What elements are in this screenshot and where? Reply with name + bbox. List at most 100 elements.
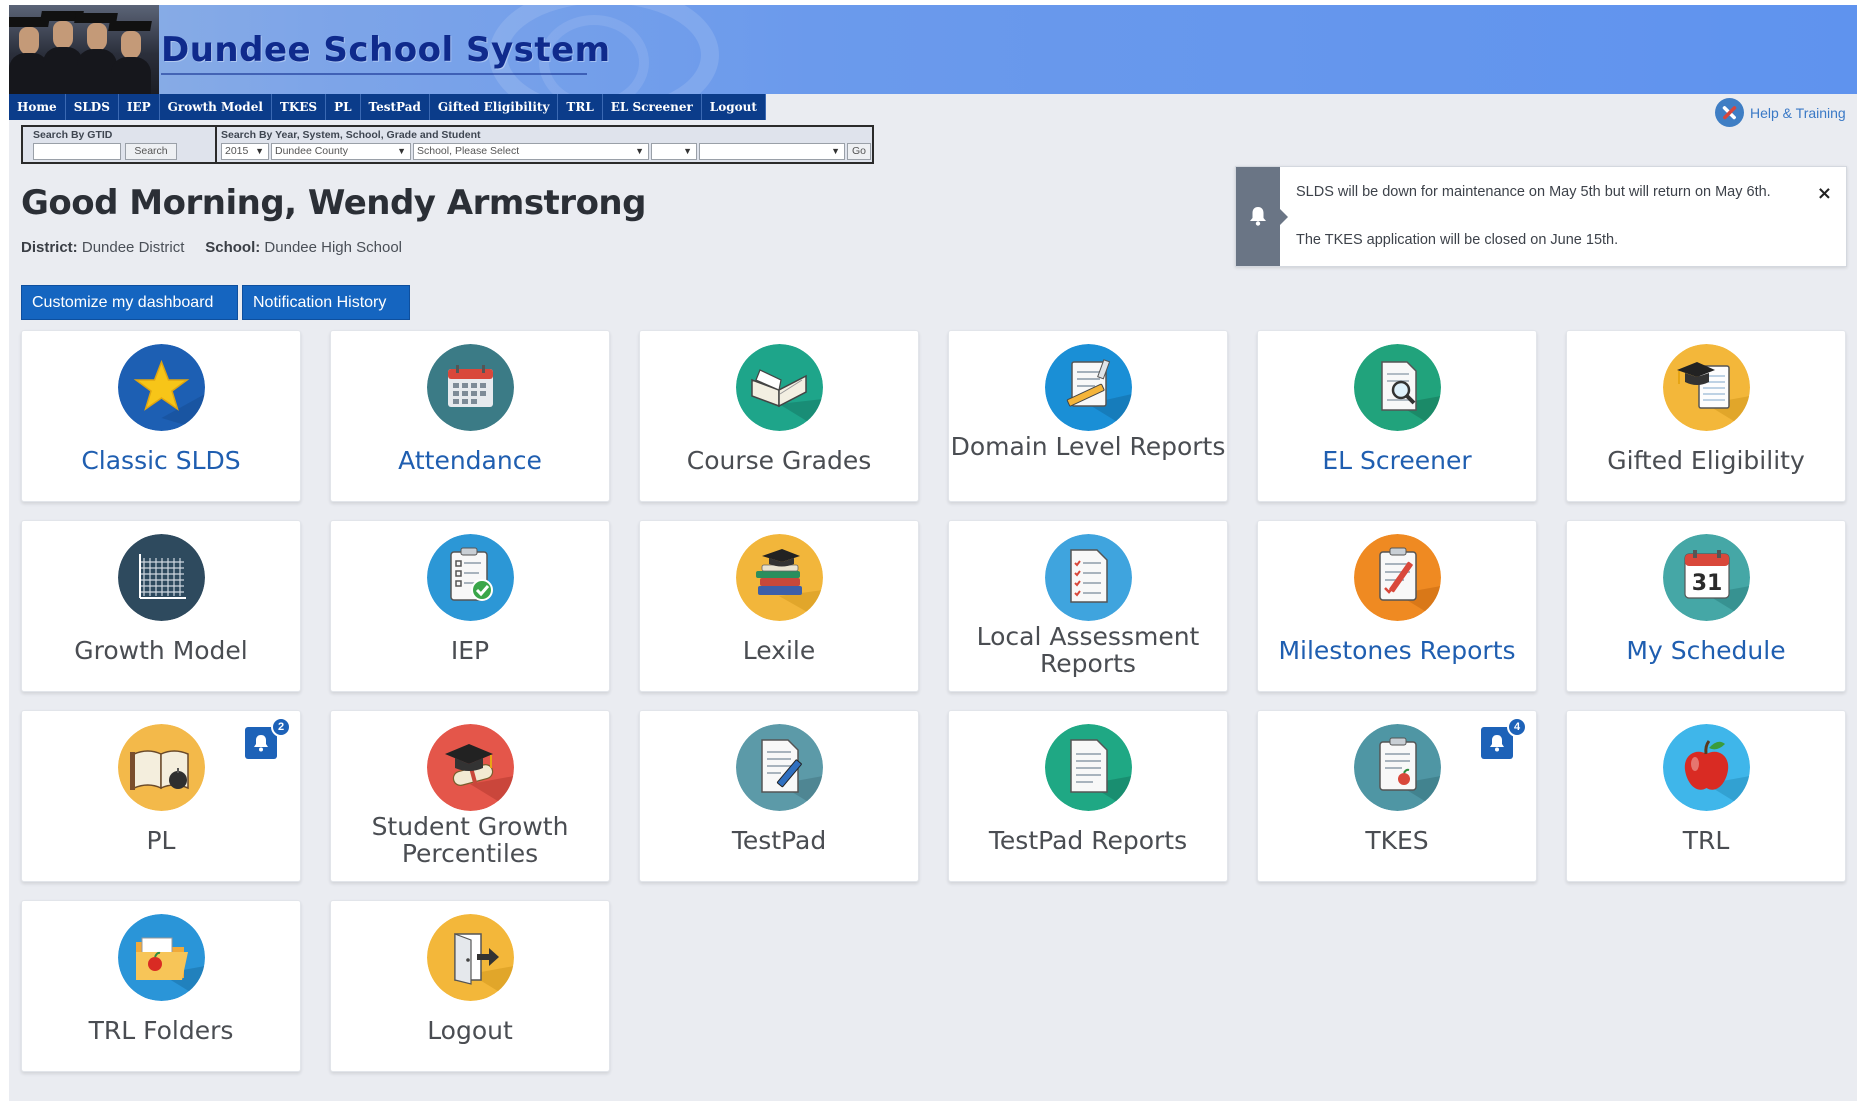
tile-label: IEP xyxy=(450,636,490,665)
tile-label: Gifted Eligibility xyxy=(1607,446,1805,475)
chevron-down-icon: ▼ xyxy=(635,146,644,156)
magnifier-document-icon xyxy=(1354,344,1441,431)
year-select[interactable]: 2015 ▼ xyxy=(221,143,269,160)
document-pencil-icon xyxy=(736,724,823,811)
notification-count: 4 xyxy=(1507,717,1527,737)
year-value: 2015 xyxy=(225,145,249,157)
checklist-document-icon xyxy=(1045,534,1132,621)
tile-label: TKES xyxy=(1365,826,1429,855)
grade-select[interactable]: ▼ xyxy=(651,143,697,160)
tile-local-assessment-reports[interactable]: Local Assessment Reports xyxy=(948,520,1228,692)
chevron-down-icon: ▼ xyxy=(397,146,406,156)
tile-iep[interactable]: IEP xyxy=(330,520,610,692)
notification-sidebar xyxy=(1236,167,1288,266)
tile-attendance[interactable]: Attendance xyxy=(330,330,610,502)
document-lines-icon xyxy=(1045,724,1132,811)
tile-growth-model[interactable]: Growth Model xyxy=(21,520,301,692)
tile-label: TestPad xyxy=(731,826,827,855)
school-select[interactable]: School, Please Select ▼ xyxy=(413,143,649,160)
tile-label: Classic SLDS xyxy=(81,446,241,475)
notification-panel: SLDS will be down for maintenance on May… xyxy=(1235,166,1847,267)
help-training-label: Help & Training xyxy=(1750,104,1846,121)
clipboard-apple-icon xyxy=(1354,724,1441,811)
nav-trl[interactable]: TRL xyxy=(558,94,603,120)
student-select[interactable]: ▼ xyxy=(699,143,845,160)
grid-chart-icon xyxy=(118,534,205,621)
book-apple-icon xyxy=(118,724,205,811)
tile-label: Course Grades xyxy=(686,446,872,475)
tile-testpad-reports[interactable]: TestPad Reports xyxy=(948,710,1228,882)
gtid-input[interactable] xyxy=(33,143,121,160)
tile-label: TRL Folders xyxy=(88,1016,234,1045)
school-value: School, Please Select xyxy=(417,145,520,157)
tile-label: Domain Level Reports xyxy=(950,432,1226,461)
tile-lexile[interactable]: Lexile xyxy=(639,520,919,692)
door-exit-icon xyxy=(427,914,514,1001)
search-divider xyxy=(215,127,217,162)
tile-classic-slds[interactable]: Classic SLDS xyxy=(21,330,301,502)
tile-label: Milestones Reports xyxy=(1278,636,1516,665)
calendar-31-icon: 31 xyxy=(1663,534,1750,621)
tile-domain-level-reports[interactable]: Domain Level Reports xyxy=(948,330,1228,502)
svg-text:31: 31 xyxy=(1692,571,1723,596)
nav-pl[interactable]: PL xyxy=(326,94,361,120)
graduation-notes-icon xyxy=(1663,344,1750,431)
tile-tkes[interactable]: 4 TKES xyxy=(1257,710,1537,882)
school-label: School: xyxy=(205,239,261,256)
tile-label: Logout xyxy=(427,1016,513,1045)
gtid-search-button[interactable]: Search xyxy=(125,143,177,160)
close-icon[interactable]: × xyxy=(1817,183,1832,204)
chevron-down-icon: ▼ xyxy=(683,146,692,156)
notification-history-button[interactable]: Notification History xyxy=(242,285,410,320)
tile-el-screener[interactable]: EL Screener xyxy=(1257,330,1537,502)
tile-pl[interactable]: 2 PL xyxy=(21,710,301,882)
tools-icon xyxy=(1715,98,1744,127)
page: Dundee School System Home SLDS IEP Growt… xyxy=(9,5,1857,1101)
tile-label: PL xyxy=(146,826,176,855)
nav-growth-model[interactable]: Growth Model xyxy=(160,94,272,120)
tile-my-schedule[interactable]: 31 My Schedule xyxy=(1566,520,1846,692)
tile-label: Lexile xyxy=(742,636,816,665)
folder-apple-icon xyxy=(118,914,205,1001)
tile-label: Growth Model xyxy=(74,636,248,665)
nav-iep[interactable]: IEP xyxy=(119,94,160,120)
tile-label: Student Growth Percentiles xyxy=(371,812,569,868)
help-training-link[interactable]: Help & Training xyxy=(1715,98,1846,127)
calendar-icon xyxy=(427,344,514,431)
chevron-down-icon: ▼ xyxy=(831,146,840,156)
nav-el-screener[interactable]: EL Screener xyxy=(603,94,702,120)
customize-dashboard-button[interactable]: Customize my dashboard xyxy=(21,285,238,320)
nav-gifted-eligibility[interactable]: Gifted Eligibility xyxy=(430,94,559,120)
tile-student-growth-percentiles[interactable]: Student Growth Percentiles xyxy=(330,710,610,882)
school-value: Dundee High School xyxy=(264,239,403,256)
tile-course-grades[interactable]: Course Grades xyxy=(639,330,919,502)
notification-message: The TKES application will be closed on J… xyxy=(1296,232,1619,248)
report-pencil-icon xyxy=(1045,344,1132,431)
tile-trl-folders[interactable]: TRL Folders xyxy=(21,900,301,1072)
tile-label: Local Assessment Reports xyxy=(976,622,1200,678)
tile-label: EL Screener xyxy=(1322,446,1472,475)
nav-home[interactable]: Home xyxy=(9,94,66,120)
tile-gifted-eligibility[interactable]: Gifted Eligibility xyxy=(1566,330,1846,502)
advanced-search-label: Search By Year, System, School, Grade an… xyxy=(221,129,481,141)
district-school-line: District: Dundee District School: Dundee… xyxy=(21,239,402,256)
open-book-icon xyxy=(736,344,823,431)
tile-logout[interactable]: Logout xyxy=(330,900,610,1072)
nav-logout[interactable]: Logout xyxy=(702,94,766,120)
nav-tkes[interactable]: TKES xyxy=(272,94,327,120)
district-label: District: xyxy=(21,239,78,256)
clipboard-pen-icon xyxy=(1354,534,1441,621)
system-select[interactable]: Dundee County ▼ xyxy=(271,143,411,160)
notification-message: SLDS will be down for maintenance on May… xyxy=(1296,184,1771,200)
tile-milestones-reports[interactable]: Milestones Reports xyxy=(1257,520,1537,692)
go-button[interactable]: Go xyxy=(847,143,871,160)
gtid-search-label: Search By GTID xyxy=(33,129,113,141)
nav-testpad[interactable]: TestPad xyxy=(361,94,430,120)
tile-label: My Schedule xyxy=(1626,636,1786,665)
main-nav: Home SLDS IEP Growth Model TKES PL TestP… xyxy=(9,94,766,120)
tile-trl[interactable]: TRL xyxy=(1566,710,1846,882)
title-underline xyxy=(161,73,587,75)
nav-slds[interactable]: SLDS xyxy=(66,94,119,120)
header-banner: Dundee School System xyxy=(9,5,1857,94)
tile-testpad[interactable]: TestPad xyxy=(639,710,919,882)
